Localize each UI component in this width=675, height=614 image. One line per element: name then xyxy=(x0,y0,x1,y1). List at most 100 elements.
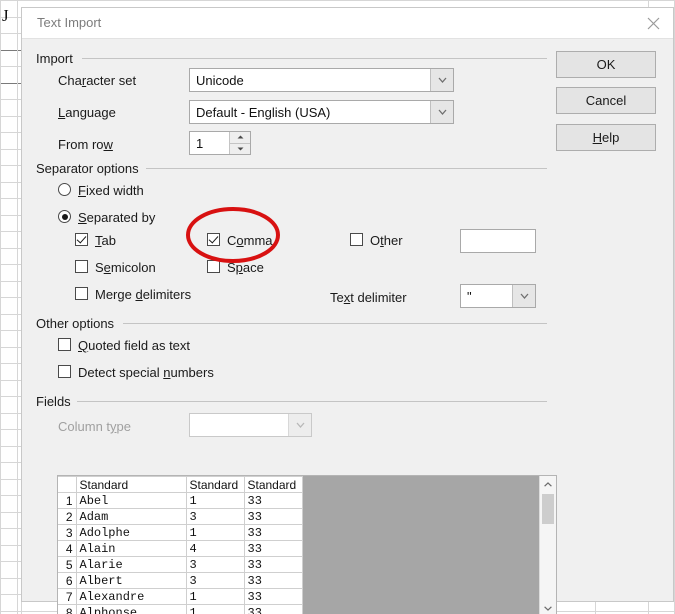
character-set-value: Unicode xyxy=(196,72,244,88)
table-row: 8 Alphonse 1 33 xyxy=(58,604,303,614)
spin-up-icon[interactable] xyxy=(230,132,250,144)
table-cell: 1 xyxy=(185,588,245,605)
scroll-down-icon[interactable] xyxy=(540,600,556,614)
dialog-titlebar[interactable]: Text Import xyxy=(22,8,673,39)
detect-special-numbers-label: Detect special numbers xyxy=(78,365,214,380)
preview-header-row: Standard Standard Standard xyxy=(58,476,303,493)
row-number: 7 xyxy=(58,588,77,605)
column-header-1[interactable]: Standard xyxy=(75,476,187,493)
semicolon-label: Semicolon xyxy=(95,260,156,275)
vertical-scroll-thumb[interactable] xyxy=(542,494,554,524)
help-button[interactable]: Help xyxy=(556,124,656,151)
separator-options-group-legend: Separator options xyxy=(36,161,145,176)
comma-label: Comma xyxy=(227,233,273,248)
row-number: 6 xyxy=(58,572,77,589)
background-cell-text: J xyxy=(2,6,9,25)
screen: J Text Import Import Character set Unico… xyxy=(0,0,675,614)
background-column-line xyxy=(21,602,22,614)
preview-vertical-scrollbar[interactable] xyxy=(539,476,556,614)
table-row: 2 Adam 3 33 xyxy=(58,508,303,525)
chevron-down-icon[interactable] xyxy=(430,101,453,123)
quoted-field-as-text-checkbox[interactable] xyxy=(58,338,71,351)
chevron-down-icon[interactable] xyxy=(430,69,453,91)
quoted-field-as-text-label: Quoted field as text xyxy=(78,338,191,353)
background-column-line xyxy=(595,602,596,614)
from-row-value: 1 xyxy=(196,135,204,151)
from-row-spin-buttons xyxy=(229,132,250,154)
other-options-group-legend: Other options xyxy=(36,316,121,331)
data-preview-panel: Standard Standard Standard 1 Abel 1 33 2 Adam… xyxy=(57,475,557,614)
row-number: 2 xyxy=(58,508,77,525)
table-cell: 33 xyxy=(243,492,303,509)
row-number: 5 xyxy=(58,556,77,573)
row-number: 3 xyxy=(58,524,77,541)
other-checkbox[interactable] xyxy=(350,233,363,246)
background-column-line xyxy=(17,0,18,614)
fields-group-legend: Fields xyxy=(36,394,77,409)
table-cell: 4 xyxy=(185,540,245,557)
spin-down-icon[interactable] xyxy=(230,143,250,154)
tab-label: Tab xyxy=(95,233,116,248)
preview-table: Standard Standard Standard 1 Abel 1 33 2 Adam… xyxy=(58,476,303,614)
table-cell: 1 xyxy=(185,492,245,509)
table-row: 5 Alarie 3 33 xyxy=(58,556,303,573)
other-label: Other xyxy=(370,233,403,248)
character-set-combobox[interactable]: Unicode xyxy=(189,68,454,92)
column-header-2[interactable]: Standard xyxy=(185,476,245,493)
separated-by-label: Separated by xyxy=(78,210,156,225)
from-row-spinner[interactable]: 1 xyxy=(189,131,251,155)
table-cell: Alphonse xyxy=(75,604,187,614)
close-icon[interactable] xyxy=(639,11,667,35)
text-delimiter-label: Text delimiter xyxy=(330,290,407,305)
table-cell: 1 xyxy=(185,604,245,614)
table-cell: Abel xyxy=(75,492,187,509)
language-combobox[interactable]: Default - English (USA) xyxy=(189,100,454,124)
background-row-line xyxy=(0,0,675,1)
other-options-group-rule xyxy=(123,323,547,324)
table-cell: Adolphe xyxy=(75,524,187,541)
from-row-label: From row xyxy=(58,137,113,152)
column-type-label: Column type xyxy=(58,419,131,434)
fixed-width-label: Fixed width xyxy=(78,183,144,198)
import-group-legend: Import xyxy=(36,51,79,66)
table-row: 3 Adolphe 1 33 xyxy=(58,524,303,541)
import-group-rule xyxy=(82,58,547,59)
table-cell: 33 xyxy=(243,556,303,573)
text-delimiter-combobox[interactable]: " xyxy=(460,284,536,308)
dialog-title: Text Import xyxy=(37,15,102,30)
table-cell: 33 xyxy=(243,524,303,541)
chevron-down-icon[interactable] xyxy=(288,414,311,436)
background-column-line xyxy=(0,0,1,614)
ok-button[interactable]: OK xyxy=(556,51,656,78)
table-cell: Alarie xyxy=(75,556,187,573)
tab-checkbox[interactable] xyxy=(75,233,88,246)
row-number: 1 xyxy=(58,492,77,509)
detect-special-numbers-checkbox[interactable] xyxy=(58,365,71,378)
scroll-up-icon[interactable] xyxy=(540,476,556,492)
data-preview-grid: Standard Standard Standard 1 Abel 1 33 2 Adam… xyxy=(58,476,539,614)
semicolon-checkbox[interactable] xyxy=(75,260,88,273)
table-cell: Adam xyxy=(75,508,187,525)
text-delimiter-value: " xyxy=(467,288,472,304)
table-cell: Alexandre xyxy=(75,588,187,605)
other-separator-input[interactable] xyxy=(460,229,536,253)
table-row: 7 Alexandre 1 33 xyxy=(58,588,303,605)
fixed-width-radio[interactable] xyxy=(58,183,71,196)
table-cell: 3 xyxy=(185,556,245,573)
separator-options-group-rule xyxy=(146,168,547,169)
column-header-3[interactable]: Standard xyxy=(243,476,303,493)
cancel-button[interactable]: Cancel xyxy=(556,87,656,114)
chevron-down-icon[interactable] xyxy=(512,285,535,307)
corner-cell xyxy=(58,476,77,493)
merge-delimiters-checkbox[interactable] xyxy=(75,287,88,300)
table-cell: 33 xyxy=(243,604,303,614)
row-number: 8 xyxy=(58,604,77,614)
separated-by-radio[interactable] xyxy=(58,210,71,223)
table-row: 6 Albert 3 33 xyxy=(58,572,303,589)
comma-checkbox[interactable] xyxy=(207,233,220,246)
table-row: 4 Alain 4 33 xyxy=(58,540,303,557)
table-cell: 33 xyxy=(243,572,303,589)
table-row: 1 Abel 1 33 xyxy=(58,492,303,509)
column-type-combobox[interactable] xyxy=(189,413,312,437)
space-checkbox[interactable] xyxy=(207,260,220,273)
